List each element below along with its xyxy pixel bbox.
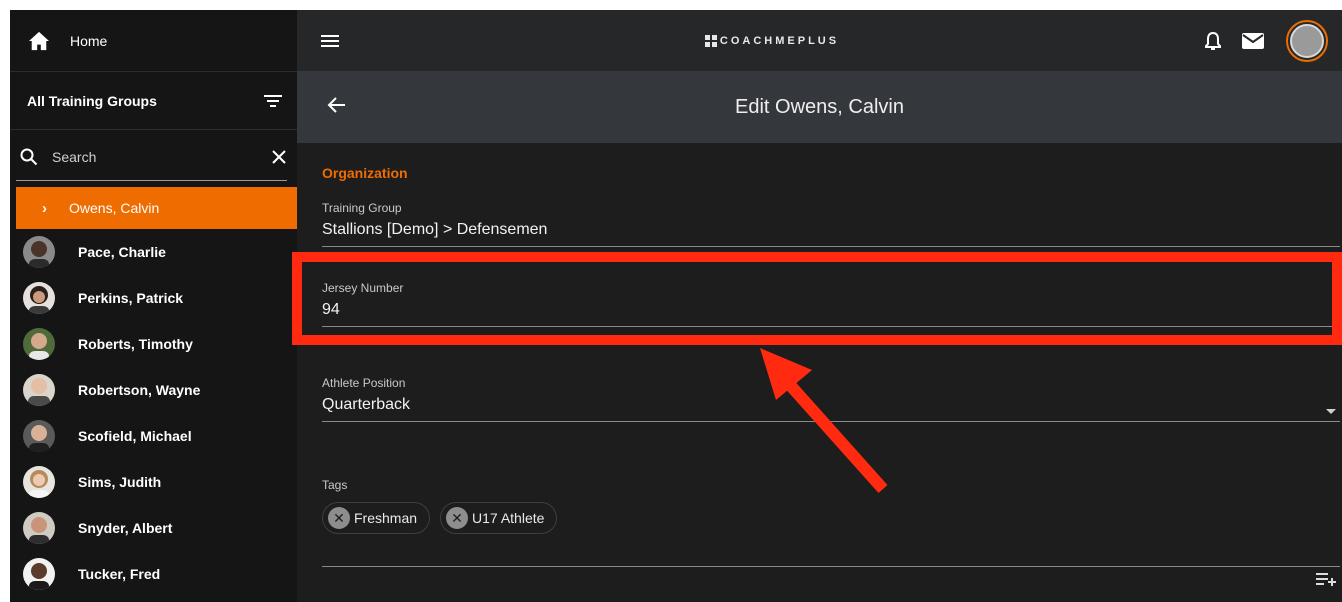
field-underline <box>322 246 1340 247</box>
top-bar: COACHMEPLUS <box>297 10 1342 71</box>
avatar <box>23 558 55 590</box>
user-avatar <box>1289 23 1324 58</box>
search-icon <box>20 148 38 166</box>
field-underline <box>322 326 1332 327</box>
tag-label: U17 Athlete <box>472 510 545 526</box>
athlete-list-item[interactable]: Perkins, Patrick <box>10 275 297 321</box>
brand-logo: COACHMEPLUS <box>704 34 840 47</box>
athlete-name: Owens, Calvin <box>69 200 160 216</box>
training-group-field[interactable]: Training Group Stallions [Demo] > Defens… <box>322 201 1340 247</box>
tags-field[interactable]: Tags ✕ Freshman ✕ U17 Athlete <box>322 478 1340 586</box>
athlete-name: Pace, Charlie <box>78 244 166 260</box>
page-header: Edit Owens, Calvin <box>297 71 1342 143</box>
page-title: Edit Owens, Calvin <box>735 95 904 118</box>
close-icon[interactable] <box>271 149 287 165</box>
field-underline <box>322 566 1340 567</box>
athlete-list-item[interactable]: Roberts, Timothy <box>10 321 297 367</box>
top-bar-actions <box>1204 19 1328 62</box>
training-group-selector[interactable]: All Training Groups <box>10 72 297 130</box>
field-label: Tags <box>322 478 348 492</box>
field-value: Quarterback <box>322 396 411 413</box>
avatar <box>23 512 55 544</box>
brand-name: COACHMEPLUS <box>719 34 840 47</box>
sidebar-home-item[interactable]: Home <box>10 10 297 72</box>
app-window: Home All Training Groups › Owe <box>10 10 1342 602</box>
field-label: Training Group <box>322 201 402 215</box>
avatar <box>23 420 55 452</box>
remove-tag-icon[interactable]: ✕ <box>446 507 469 529</box>
search-input[interactable] <box>52 149 271 165</box>
home-icon <box>29 31 49 50</box>
athlete-name: Robertson, Wayne <box>78 382 201 398</box>
playlist-add-icon[interactable] <box>1316 572 1336 586</box>
remove-tag-icon[interactable]: ✕ <box>328 507 350 529</box>
training-groups-label: All Training Groups <box>27 92 157 109</box>
tag-chip[interactable]: ✕ U17 Athlete <box>440 502 558 534</box>
avatar <box>23 374 55 406</box>
athlete-list-item[interactable]: Tucker, Fred <box>10 551 297 597</box>
section-title: Organization <box>322 165 408 181</box>
search-underline <box>16 180 287 181</box>
tag-label: Freshman <box>354 510 418 526</box>
athlete-list-item[interactable]: Sims, Judith <box>10 459 297 505</box>
avatar <box>23 282 55 314</box>
athlete-name: Tucker, Fred <box>78 566 161 582</box>
athlete-name: Perkins, Patrick <box>78 290 184 306</box>
dropdown-arrow-icon[interactable] <box>1326 409 1336 414</box>
tag-chips: ✕ Freshman ✕ U17 Athlete <box>322 502 1340 534</box>
athlete-list-item[interactable]: Snyder, Albert <box>10 505 297 551</box>
field-label: Jersey Number <box>322 281 404 295</box>
athlete-name: Roberts, Timothy <box>78 336 193 352</box>
hamburger-menu-icon[interactable] <box>320 33 340 49</box>
logo-mark-icon <box>704 34 717 47</box>
athlete-position-select[interactable]: Athlete Position Quarterback <box>322 376 1340 422</box>
field-underline <box>322 421 1340 422</box>
athlete-list-item[interactable]: Robertson, Wayne <box>10 367 297 413</box>
chevron-right-icon: › <box>42 199 47 217</box>
field-label: Athlete Position <box>322 376 406 390</box>
home-label: Home <box>70 32 108 49</box>
avatar <box>23 236 55 268</box>
athlete-name: Snyder, Albert <box>78 520 173 536</box>
user-avatar-button[interactable] <box>1285 19 1328 62</box>
main-panel: COACHMEPLUS Edit Owens, Calvin Organizat… <box>297 10 1342 602</box>
athlete-list-item-active[interactable]: › Owens, Calvin <box>16 187 297 229</box>
athlete-name: Sims, Judith <box>78 474 162 490</box>
field-value: Stallions [Demo] > Defensemen <box>322 221 548 238</box>
avatar <box>23 466 55 498</box>
jersey-number-field[interactable]: Jersey Number 94 <box>322 281 1332 327</box>
athlete-list-item[interactable]: Pace, Charlie <box>10 229 297 275</box>
filter-icon[interactable] <box>263 93 283 109</box>
arrow-back-icon[interactable] <box>327 95 347 115</box>
tag-chip[interactable]: ✕ Freshman <box>322 502 431 534</box>
mail-icon[interactable] <box>1241 32 1264 49</box>
avatar <box>23 328 55 360</box>
field-value: 94 <box>322 301 340 318</box>
bell-icon[interactable] <box>1204 31 1222 51</box>
athlete-name: Scofield, Michael <box>78 428 192 444</box>
sidebar: Home All Training Groups › Owe <box>10 10 297 602</box>
sidebar-search <box>10 130 297 184</box>
athlete-list-item[interactable]: Scofield, Michael <box>10 413 297 459</box>
